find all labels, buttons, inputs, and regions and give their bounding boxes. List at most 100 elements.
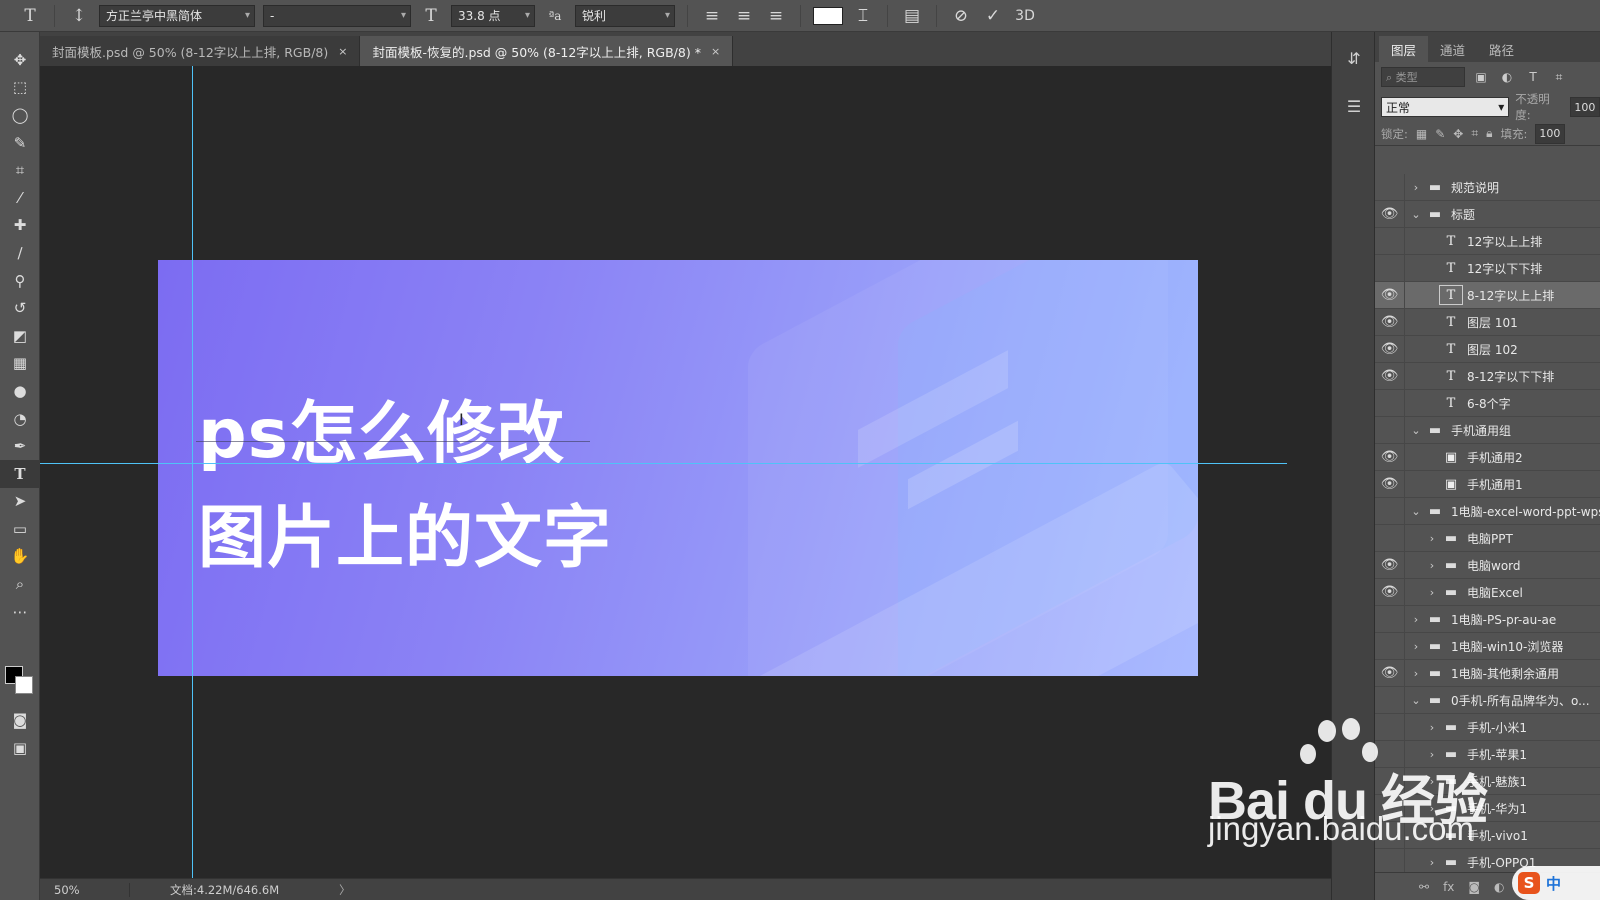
- background-color-swatch[interactable]: [15, 676, 33, 694]
- text-orientation-toggle-icon[interactable]: ↕: [67, 4, 91, 28]
- type-tool-preset-icon[interactable]: T: [18, 4, 42, 28]
- chevron-right-icon[interactable]: ›: [1409, 613, 1423, 626]
- dodge-tool-icon[interactable]: ◔: [0, 405, 40, 433]
- visibility-eye-icon[interactable]: 👁︎: [1375, 524, 1405, 552]
- visibility-eye-icon[interactable]: 👁︎: [1375, 362, 1405, 390]
- history-brush-tool-icon[interactable]: ↺: [0, 294, 40, 322]
- fill-field[interactable]: 100: [1535, 123, 1566, 144]
- visibility-eye-icon[interactable]: 👁︎: [1375, 848, 1405, 874]
- visibility-eye-icon[interactable]: 👁︎: [1375, 174, 1405, 201]
- tab-document-1[interactable]: 封面模板.psd @ 50% (8-12字以上上排, RGB/8) ×: [40, 36, 361, 66]
- move-tool-icon[interactable]: ✥: [0, 46, 40, 74]
- chevron-down-icon[interactable]: ⌄: [1409, 208, 1423, 221]
- chevron-right-icon[interactable]: ›: [1425, 856, 1439, 869]
- chevron-down-icon[interactable]: ⌄: [1409, 424, 1423, 437]
- marquee-tool-icon[interactable]: ⬚: [0, 74, 40, 102]
- visibility-eye-icon[interactable]: 👁︎: [1375, 254, 1405, 282]
- layer-row[interactable]: 👁︎ ⌄ ▬ 0手机-所有品牌华为、o...: [1375, 686, 1600, 714]
- visibility-eye-icon[interactable]: 👁︎: [1375, 821, 1405, 849]
- chevron-right-icon[interactable]: ›: [1425, 721, 1439, 734]
- chevron-right-icon[interactable]: ›: [1409, 667, 1423, 680]
- text-filter-icon[interactable]: T: [1523, 70, 1543, 84]
- tab-layers[interactable]: 图层: [1379, 36, 1429, 62]
- chevron-right-icon[interactable]: ›: [1425, 829, 1439, 842]
- tab-paths[interactable]: 路径: [1477, 36, 1526, 62]
- chevron-right-icon[interactable]: ›: [1425, 559, 1439, 572]
- history-panel-icon[interactable]: ⇵: [1332, 36, 1376, 80]
- shape-filter-icon[interactable]: ⌗: [1549, 70, 1569, 85]
- eyedropper-tool-icon[interactable]: ⁄: [0, 184, 40, 212]
- font-size-select[interactable]: 33.8 点 ▾: [451, 4, 535, 27]
- visibility-eye-icon[interactable]: 👁︎: [1375, 470, 1405, 498]
- text-color-swatch[interactable]: [813, 6, 843, 25]
- anti-alias-select[interactable]: 锐利 ▾: [575, 4, 675, 27]
- clone-stamp-tool-icon[interactable]: ⚲: [0, 267, 40, 295]
- chevron-right-icon[interactable]: ›: [1425, 775, 1439, 788]
- crop-tool-icon[interactable]: ⌗: [0, 156, 40, 184]
- lock-position-icon[interactable]: ✥: [1453, 127, 1463, 141]
- font-style-select[interactable]: - ▾: [263, 4, 411, 27]
- layer-row[interactable]: 👁︎ ⌄ ▬ 手机通用组: [1375, 416, 1600, 444]
- tab-document-2[interactable]: 封面模板-恢复的.psd @ 50% (8-12字以上上排, RGB/8) * …: [360, 36, 734, 66]
- visibility-eye-icon[interactable]: 👁︎: [1375, 335, 1405, 363]
- link-icon[interactable]: ⚯: [1419, 880, 1429, 894]
- hand-tool-icon[interactable]: ✋: [0, 543, 40, 571]
- quick-mask-icon[interactable]: ◙: [0, 706, 40, 734]
- layer-row[interactable]: 👁︎ › ▬ 规范说明: [1375, 174, 1600, 201]
- visibility-eye-icon[interactable]: 👁︎: [1375, 686, 1405, 714]
- layer-row[interactable]: 👁︎ › ▬ 1电脑-其他剩余通用: [1375, 659, 1600, 687]
- tab-channels[interactable]: 通道: [1428, 36, 1477, 62]
- visibility-eye-icon[interactable]: 👁︎: [1375, 443, 1405, 471]
- opacity-field[interactable]: 100: [1570, 97, 1600, 117]
- visibility-eye-icon[interactable]: 👁︎: [1375, 551, 1405, 579]
- layer-row[interactable]: 👁︎ ▣ 手机通用1: [1375, 470, 1600, 498]
- zoom-level[interactable]: 50%: [40, 882, 130, 897]
- visibility-eye-icon[interactable]: 👁︎: [1375, 389, 1405, 417]
- visibility-eye-icon[interactable]: 👁︎: [1375, 227, 1405, 255]
- chevron-right-icon[interactable]: ›: [1425, 532, 1439, 545]
- visibility-eye-icon[interactable]: 👁︎: [1375, 632, 1405, 660]
- cancel-edit-icon[interactable]: ⊘: [949, 4, 973, 28]
- visibility-eye-icon[interactable]: 👁︎: [1375, 794, 1405, 822]
- healing-brush-tool-icon[interactable]: ✚: [0, 212, 40, 240]
- screen-mode-icon[interactable]: ▣: [0, 734, 40, 762]
- layer-row[interactable]: 👁︎ T 6-8个字: [1375, 389, 1600, 417]
- layer-filter-input[interactable]: ⌕ 类型: [1381, 67, 1465, 87]
- visibility-eye-icon[interactable]: 👁︎: [1375, 281, 1405, 309]
- ime-indicator[interactable]: S 中: [1512, 866, 1600, 900]
- chevron-right-icon[interactable]: ›: [1409, 640, 1423, 653]
- color-swatches[interactable]: [5, 664, 35, 698]
- chevron-down-icon[interactable]: ⌄: [1409, 694, 1423, 707]
- layer-row[interactable]: 👁︎ ⌄ ▬ 标题: [1375, 200, 1600, 228]
- subheadline-text-layer[interactable]: 图片上的文字: [198, 482, 612, 581]
- align-center-icon[interactable]: ≡: [732, 4, 756, 28]
- visibility-eye-icon[interactable]: 👁︎: [1375, 416, 1405, 444]
- commit-edit-icon[interactable]: ✓: [981, 4, 1005, 28]
- brush-tool-icon[interactable]: ∕: [0, 239, 40, 267]
- adjustment-filter-icon[interactable]: ◐: [1497, 70, 1517, 84]
- vertical-guide[interactable]: [192, 66, 193, 878]
- properties-panel-icon[interactable]: ☰: [1332, 84, 1376, 128]
- image-filter-icon[interactable]: ▣: [1471, 70, 1491, 84]
- align-left-icon[interactable]: ≡: [700, 4, 724, 28]
- layer-row[interactable]: 👁︎ › ▬ 手机-华为1: [1375, 794, 1600, 822]
- layer-row[interactable]: 👁︎ T 12字以上上排: [1375, 227, 1600, 255]
- chevron-down-icon[interactable]: ⌄: [1409, 505, 1423, 518]
- horizontal-guide[interactable]: [40, 463, 1287, 464]
- layer-row[interactable]: 👁︎ › ▬ 1电脑-win10-浏览器: [1375, 632, 1600, 660]
- close-icon[interactable]: ×: [711, 45, 720, 58]
- rectangle-tool-icon[interactable]: ▭: [0, 515, 40, 543]
- layer-row[interactable]: 👁︎ T 8-12字以上上排: [1375, 281, 1600, 309]
- visibility-eye-icon[interactable]: 👁︎: [1375, 659, 1405, 687]
- blur-tool-icon[interactable]: ●: [0, 377, 40, 405]
- chevron-right-icon[interactable]: ›: [1425, 748, 1439, 761]
- layer-row[interactable]: 👁︎ › ▬ 1电脑-PS-pr-au-ae: [1375, 605, 1600, 633]
- chevron-right-icon[interactable]: ›: [1409, 181, 1423, 194]
- visibility-eye-icon[interactable]: 👁︎: [1375, 497, 1405, 525]
- layer-row[interactable]: 👁︎ › ▬ 手机-苹果1: [1375, 740, 1600, 768]
- fx-icon[interactable]: fx: [1443, 880, 1454, 894]
- layer-row[interactable]: 👁︎ ⌄ ▬ 1电脑-excel-word-ppt-wps: [1375, 497, 1600, 525]
- 3d-button[interactable]: 3D: [1013, 4, 1037, 28]
- lock-pixels-icon[interactable]: ✎: [1435, 127, 1445, 141]
- visibility-eye-icon[interactable]: 👁︎: [1375, 740, 1405, 768]
